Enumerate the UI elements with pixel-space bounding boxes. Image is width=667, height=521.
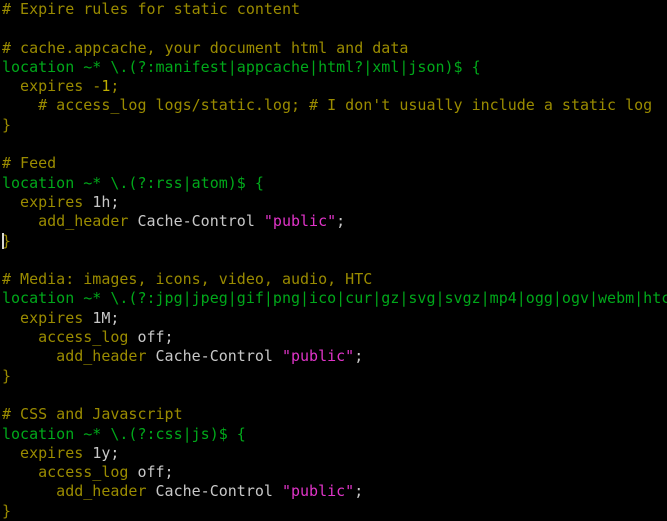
code-line[interactable]: expires -1; — [0, 77, 667, 96]
code-token-string: "public" — [263, 212, 337, 231]
code-line[interactable] — [0, 251, 667, 270]
code-line[interactable]: add_header Cache-Control "public"; — [0, 482, 667, 501]
code-token-comment: # Feed — [2, 154, 57, 173]
code-line[interactable]: # access_log logs/static.log; # I don't … — [0, 96, 667, 115]
code-token-directive: access_log — [2, 463, 138, 482]
code-token-location-keyword: location ~* \.(?:rss|atom)$ { — [2, 173, 264, 192]
code-token-directive: add_header — [2, 212, 138, 231]
code-line[interactable]: add_header Cache-Control "public"; — [0, 347, 667, 366]
code-token-location-keyword: location ~* \.(?:css|js)$ { — [2, 424, 246, 443]
code-editor-surface[interactable]: # Expire rules for static content # cach… — [0, 0, 667, 520]
code-line[interactable]: expires 1h; — [0, 193, 667, 212]
code-token-string: "public" — [281, 347, 355, 366]
code-token-comment: # Expire rules for static content — [2, 0, 301, 18]
code-token-brace: } — [2, 501, 12, 520]
code-token-plain: Cache-Control — [137, 212, 264, 231]
code-token-directive: expires — [2, 443, 93, 462]
code-token-plain: ; — [354, 347, 364, 366]
code-line[interactable]: expires 1M; — [0, 309, 667, 328]
code-token-location-keyword: location ~* \.(?:manifest|appcache|html?… — [2, 57, 481, 76]
code-token-brace: } — [2, 115, 12, 134]
code-token-plain: ; — [354, 482, 364, 501]
code-token-plain: Cache-Control — [155, 347, 282, 366]
code-token-comment: # CSS and Javascript — [2, 405, 183, 424]
code-line[interactable]: # cache.appcache, your document html and… — [0, 39, 667, 58]
code-token-plain: off; — [137, 328, 174, 347]
code-token-directive: access_log — [2, 328, 138, 347]
code-line[interactable]: access_log off; — [0, 328, 667, 347]
code-token-directive: ; — [110, 77, 120, 96]
code-line[interactable]: # Feed — [0, 154, 667, 173]
code-token-plain: ; — [336, 212, 346, 231]
code-line[interactable] — [0, 135, 667, 154]
code-token-directive: add_header — [2, 347, 156, 366]
code-line[interactable]: access_log off; — [0, 463, 667, 482]
code-line[interactable]: expires 1y; — [0, 444, 667, 463]
code-token-location-keyword: location ~* \.(?:jpg|jpeg|gif|png|ico|cu… — [2, 289, 667, 308]
code-line[interactable]: } — [0, 367, 667, 386]
code-line[interactable]: # CSS and Javascript — [0, 405, 667, 424]
code-line[interactable]: location ~* \.(?:css|js)$ { — [0, 425, 667, 444]
code-line[interactable]: } — [0, 116, 667, 135]
text-cursor — [2, 232, 4, 249]
code-line[interactable]: location ~* \.(?:manifest|appcache|html?… — [0, 58, 667, 77]
code-line[interactable] — [0, 19, 667, 38]
code-line[interactable]: } — [0, 232, 667, 251]
code-line[interactable]: location ~* \.(?:jpg|jpeg|gif|png|ico|cu… — [0, 289, 667, 308]
code-token-directive: expires - — [2, 77, 102, 96]
code-token-directive: expires — [2, 308, 93, 327]
code-token-plain: off; — [137, 463, 174, 482]
code-line[interactable]: } — [0, 502, 667, 521]
code-line[interactable]: location ~* \.(?:rss|atom)$ { — [0, 174, 667, 193]
code-line[interactable]: add_header Cache-Control "public"; — [0, 212, 667, 231]
code-token-directive: add_header — [2, 482, 156, 501]
code-token-comment: # cache.appcache, your document html and… — [2, 38, 409, 57]
code-token-comment: # access_log logs/static.log; # I don't … — [2, 96, 653, 115]
code-token-directive: expires — [2, 192, 93, 211]
code-token-plain: 1y; — [92, 443, 120, 462]
code-token-plain: Cache-Control — [155, 482, 282, 501]
code-token-comment: # Media: images, icons, video, audio, HT… — [2, 270, 373, 289]
code-token-plain: 1M; — [92, 308, 120, 327]
code-line[interactable]: # Expire rules for static content — [0, 0, 667, 19]
code-line[interactable]: # Media: images, icons, video, audio, HT… — [0, 270, 667, 289]
code-token-plain: 1h; — [92, 192, 120, 211]
code-token-string: "public" — [281, 482, 355, 501]
code-line[interactable] — [0, 386, 667, 405]
code-token-brace: } — [2, 366, 12, 385]
